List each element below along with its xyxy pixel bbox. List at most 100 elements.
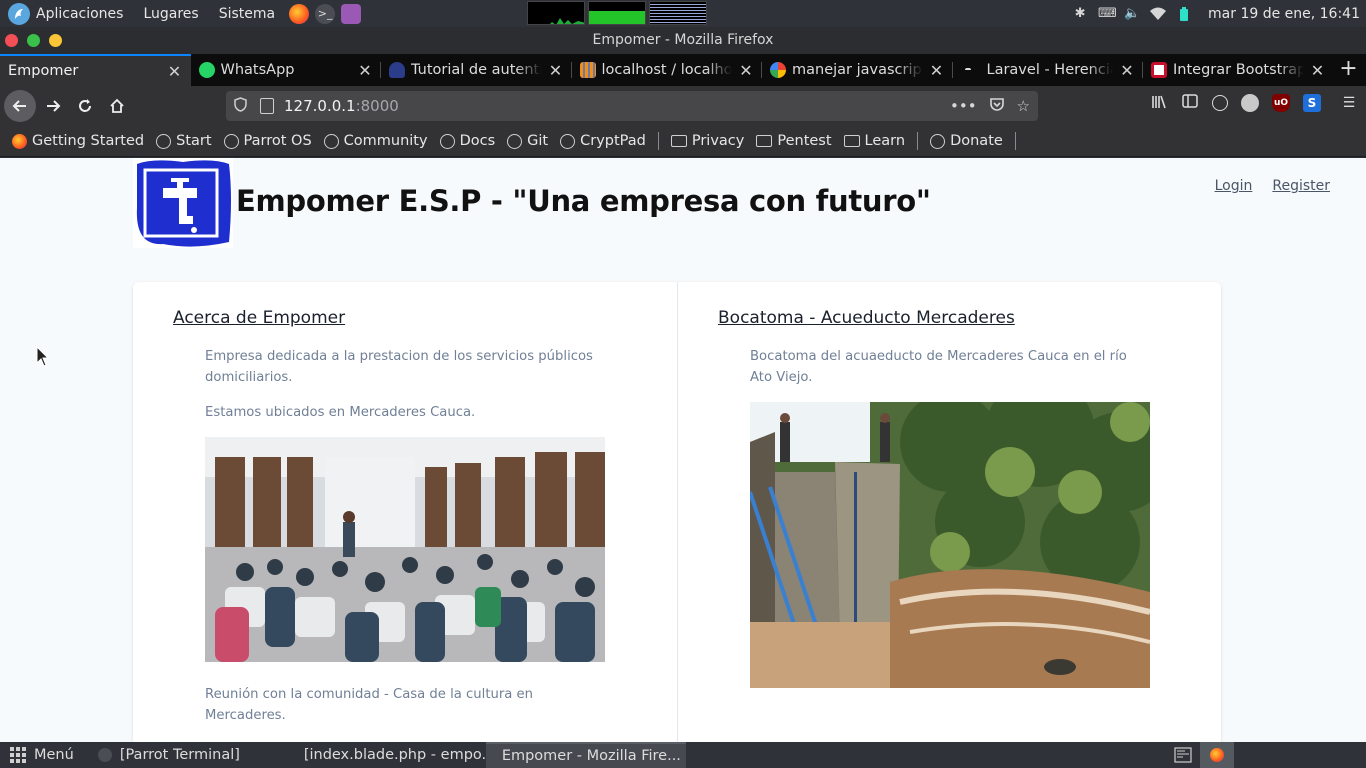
bookmark-donate[interactable]: Donate xyxy=(930,133,1003,149)
bookmark-git[interactable]: Git xyxy=(507,133,548,149)
maximize-window-button[interactable] xyxy=(27,34,40,47)
folder-icon xyxy=(670,135,687,147)
bocatoma-column: Bocatoma - Acueducto Mercaderes Bocatoma… xyxy=(677,282,1221,742)
text-editor-launcher-icon[interactable] xyxy=(341,3,362,24)
tab-laravel[interactable]: Laravel - Herencia d ✕ xyxy=(953,54,1143,86)
tab-phpmyadmin[interactable]: localhost / localhost ✕ xyxy=(572,54,762,86)
wifi-icon[interactable] xyxy=(1150,7,1167,21)
ublock-origin-icon[interactable]: uO xyxy=(1272,94,1290,112)
tab-label: manejar javascript y xyxy=(792,62,923,78)
community-meeting-photo xyxy=(205,437,605,662)
workspace-2[interactable] xyxy=(1200,742,1234,768)
close-tab-icon[interactable]: ✕ xyxy=(1310,61,1326,80)
pocket-icon[interactable] xyxy=(989,97,1005,116)
bocatoma-heading: Bocatoma - Acueducto Mercaderes xyxy=(718,308,1015,328)
url-port: :8000 xyxy=(355,97,399,115)
about-heading: Acerca de Empomer xyxy=(173,308,346,328)
terminal-launcher-icon[interactable]: >_ xyxy=(315,3,336,24)
keyboard-icon[interactable]: ⌨ xyxy=(1098,6,1117,21)
bookmark-folder-learn[interactable]: Learn xyxy=(843,133,905,149)
close-window-button[interactable] xyxy=(5,34,18,47)
window-titlebar[interactable]: Empomer - Mozilla Firefox xyxy=(0,27,1366,54)
reload-button[interactable] xyxy=(69,90,101,122)
url-text[interactable]: 127.0.0.1:8000 xyxy=(284,97,399,115)
close-tab-icon[interactable]: ✕ xyxy=(357,61,373,80)
globe-icon xyxy=(439,133,455,149)
firefox-launcher-icon[interactable] xyxy=(289,3,310,24)
battery-icon[interactable] xyxy=(1176,6,1192,21)
tab-google[interactable]: manejar javascript y ✕ xyxy=(762,54,953,86)
bookmarks-toolbar: Getting Started Start Parrot OS Communit… xyxy=(0,126,1366,157)
close-tab-icon[interactable]: ✕ xyxy=(1119,61,1135,80)
close-tab-icon[interactable]: ✕ xyxy=(738,61,754,80)
back-button[interactable] xyxy=(4,90,36,122)
taskbar-terminal[interactable]: [Parrot Terminal] xyxy=(90,742,288,768)
folder-icon xyxy=(843,135,860,147)
rocket-icon xyxy=(389,62,405,78)
bookmark-start[interactable]: Start xyxy=(156,133,212,149)
workspace-1[interactable] xyxy=(1166,742,1200,768)
bookmark-separator xyxy=(1014,132,1016,150)
library-icon[interactable] xyxy=(1150,94,1168,112)
mouse-cursor-icon xyxy=(36,345,50,372)
page-info-icon[interactable] xyxy=(260,98,274,114)
close-tab-icon[interactable]: ✕ xyxy=(929,61,945,80)
extension-wolf-icon[interactable] xyxy=(1241,94,1259,112)
menu-grid-icon[interactable] xyxy=(10,747,26,763)
account-icon[interactable] xyxy=(1212,95,1228,111)
bottom-taskbar: Menú [Parrot Terminal] [index.blade.php … xyxy=(0,742,1366,768)
bookmark-cryptpad[interactable]: CryptPad xyxy=(560,133,646,149)
menu-lugares[interactable]: Lugares xyxy=(143,6,198,22)
system-top-panel: Aplicaciones Lugares Sistema >_ ✱ ⌨ 🔈 ma… xyxy=(0,0,1366,27)
memory-graph xyxy=(588,1,646,25)
tab-bootstrap[interactable]: Integrar Bootstrap e ✕ xyxy=(1143,54,1334,86)
bookmark-parrot-os[interactable]: Parrot OS xyxy=(223,133,312,149)
extension-s-icon[interactable]: S xyxy=(1303,94,1321,112)
close-tab-icon[interactable]: ✕ xyxy=(548,61,564,80)
bookmark-docs[interactable]: Docs xyxy=(439,133,495,149)
photo-caption: Reunión con la comunidad - Casa de la cu… xyxy=(205,687,534,723)
tab-whatsapp[interactable]: WhatsApp ✕ xyxy=(191,54,381,86)
volume-icon[interactable]: 🔈 xyxy=(1124,6,1140,21)
bluetooth-icon[interactable]: ✱ xyxy=(1072,6,1088,21)
taskbar-editor[interactable]: [index.blade.php - empo... xyxy=(288,742,496,768)
start-menu-button[interactable]: Menú xyxy=(34,747,74,763)
tab-tutorial[interactable]: Tutorial de autentic ✕ xyxy=(381,54,572,86)
bookmark-getting-started[interactable]: Getting Started xyxy=(12,133,144,149)
tracking-shield-icon[interactable] xyxy=(234,96,250,116)
window-title: Empomer - Mozilla Firefox xyxy=(592,32,774,48)
taskbar-firefox[interactable]: Empomer - Mozilla Fire... xyxy=(485,742,686,768)
close-tab-icon[interactable]: ✕ xyxy=(167,62,183,81)
forward-button[interactable] xyxy=(37,90,69,122)
bookmark-star-icon[interactable]: ☆ xyxy=(1017,97,1030,116)
bookmark-community[interactable]: Community xyxy=(323,133,428,149)
firefox-icon xyxy=(12,133,27,149)
minimize-window-button[interactable] xyxy=(49,34,62,47)
whatsapp-icon xyxy=(198,62,215,78)
clock[interactable]: mar 19 de ene, 16:41 xyxy=(1208,6,1360,22)
address-bar[interactable]: 127.0.0.1:8000 ••• ☆ xyxy=(226,91,1038,121)
new-tab-button[interactable]: + xyxy=(1334,54,1364,86)
page-title: Empomer E.S.P - "Una empresa con futuro" xyxy=(236,184,931,218)
network-graph xyxy=(649,1,707,25)
bookmark-folder-privacy[interactable]: Privacy xyxy=(670,133,744,149)
globe-icon xyxy=(156,133,172,149)
bookmark-folder-pentest[interactable]: Pentest xyxy=(756,133,832,149)
parrot-logo-icon[interactable] xyxy=(8,2,30,25)
menu-aplicaciones[interactable]: Aplicaciones xyxy=(36,6,123,22)
tab-label: Laravel - Herencia d xyxy=(986,62,1114,78)
register-link[interactable]: Register xyxy=(1272,178,1330,194)
home-button[interactable] xyxy=(101,90,133,122)
globe-icon xyxy=(560,133,576,149)
sidebar-icon[interactable] xyxy=(1181,94,1199,112)
login-link[interactable]: Login xyxy=(1215,178,1253,194)
terminal-icon xyxy=(97,748,112,762)
firefox-icon xyxy=(1210,748,1224,762)
system-monitor-applet[interactable] xyxy=(527,1,707,25)
tab-empomer[interactable]: Empomer ✕ xyxy=(0,54,191,86)
menu-sistema[interactable]: Sistema xyxy=(219,6,275,22)
hamburger-menu-icon[interactable]: ☰ xyxy=(1340,94,1358,112)
page-actions-icon[interactable]: ••• xyxy=(950,97,977,116)
bookmark-separator xyxy=(917,132,919,150)
tab-label: WhatsApp xyxy=(220,62,295,78)
